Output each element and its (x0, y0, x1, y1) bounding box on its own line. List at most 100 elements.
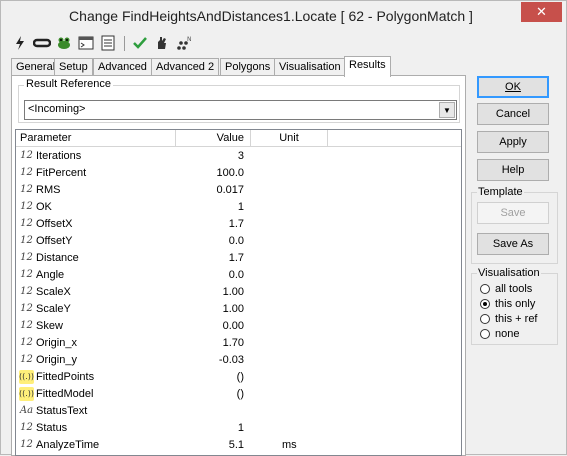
radio-button[interactable] (480, 284, 490, 294)
visualisation-label: Visualisation (477, 267, 541, 279)
parameter-name: ScaleY (36, 303, 71, 315)
column-header-value[interactable]: Value (176, 130, 251, 146)
parameter-name: Status (36, 422, 68, 434)
number-type-icon: 12 (20, 269, 33, 280)
help-button[interactable]: Help (477, 159, 549, 181)
save-template-button[interactable]: Save (477, 202, 549, 224)
notes-icon[interactable] (99, 34, 117, 52)
parameter-value: 1 (237, 422, 244, 434)
radio-label: this + ref (495, 313, 538, 325)
list-type-icon: ((.)) (19, 387, 34, 401)
table-row[interactable]: Aa StatusText (16, 403, 461, 420)
number-type-icon: 12 (20, 320, 33, 331)
parameter-name: OffsetY (36, 235, 73, 247)
parameter-value: 0.017 (216, 184, 244, 196)
link-icon[interactable] (32, 34, 52, 52)
list-type-icon: ((.)) (19, 370, 34, 384)
tab-polygons[interactable]: Polygons (220, 58, 276, 76)
table-row[interactable]: 12 Distance 1.7 (16, 250, 461, 267)
template-label: Template (477, 186, 524, 198)
tab-visualisation[interactable]: Visualisation (274, 58, 346, 76)
visualisation-group: Visualisation all tools this only this +… (471, 267, 558, 345)
text-type-icon: Aa (19, 405, 34, 416)
save-as-template-button[interactable]: Save As (477, 233, 549, 255)
cancel-button[interactable]: Cancel (477, 103, 549, 125)
results-panel: Result Reference <Incoming> ▼ Parameter … (11, 75, 466, 456)
parameter-value: 0.00 (222, 320, 244, 332)
frog-icon[interactable] (55, 34, 73, 52)
chevron-down-icon[interactable]: ▼ (439, 102, 455, 118)
tab-general[interactable]: General (11, 58, 61, 76)
table-row[interactable]: 12 ScaleY 1.00 (16, 301, 461, 318)
result-reference-value: <Incoming> (28, 103, 86, 115)
table-row[interactable]: 12 Angle 0.0 (16, 267, 461, 284)
parameter-name: RMS (36, 184, 61, 196)
number-type-icon: 12 (20, 252, 33, 263)
parameter-value: 1.00 (222, 303, 244, 315)
parameter-value: 100.0 (216, 167, 244, 179)
radio-button[interactable] (480, 299, 490, 309)
parameter-value: () (236, 371, 244, 383)
number-type-icon: 12 (20, 354, 33, 365)
number-type-icon: 12 (20, 167, 33, 178)
tab-advanced[interactable]: Advanced (93, 58, 152, 76)
result-reference-select[interactable]: <Incoming> ▼ (24, 100, 457, 120)
parameter-unit: ms (282, 439, 297, 451)
table-row[interactable]: 12 OffsetX 1.7 (16, 216, 461, 233)
points-icon[interactable]: N (175, 34, 193, 52)
table-row[interactable]: 12 RMS 0.017 (16, 182, 461, 199)
hand-icon[interactable] (153, 34, 171, 52)
number-type-icon: 12 (20, 184, 33, 195)
result-reference-group: Result Reference <Incoming> ▼ (18, 78, 460, 123)
column-header-parameter[interactable]: Parameter (16, 130, 176, 146)
parameter-value: 0.0 (228, 269, 244, 281)
parameter-name: Iterations (36, 150, 82, 162)
parameter-name: ScaleX (36, 286, 71, 298)
parameter-value: 0.0 (228, 235, 244, 247)
parameter-name: StatusText (36, 405, 88, 417)
parameter-name: Origin_x (36, 337, 77, 349)
parameter-name: Origin_y (36, 354, 77, 366)
check-icon[interactable] (131, 34, 149, 52)
tab-results[interactable]: Results (344, 56, 391, 77)
table-row[interactable]: ((.)) FittedModel () (16, 386, 461, 403)
close-button[interactable]: ✕ (521, 2, 562, 22)
table-row[interactable]: ((.)) FittedPoints () (16, 369, 461, 386)
parameter-name: Distance (36, 252, 79, 264)
number-type-icon: 12 (20, 201, 33, 212)
parameter-name: FitPercent (36, 167, 87, 179)
window-title: Change FindHeightsAndDistances1.Locate [… (69, 8, 473, 24)
apply-button[interactable]: Apply (477, 131, 549, 153)
parameter-name: OK (36, 201, 52, 213)
tab-setup[interactable]: Setup (54, 58, 93, 76)
radio-button[interactable] (480, 314, 490, 324)
parameter-name: FittedPoints (36, 371, 95, 383)
number-type-icon: 12 (20, 286, 33, 297)
table-row[interactable]: 12 ScaleX 1.00 (16, 284, 461, 301)
table-row[interactable]: 12 Skew 0.00 (16, 318, 461, 335)
table-row[interactable]: 12 Origin_y -0.03 (16, 352, 461, 369)
parameter-value: 5.1 (228, 439, 244, 451)
number-type-icon: 12 (20, 337, 33, 348)
parameter-value: 1.7 (228, 218, 244, 230)
parameter-name: Skew (36, 320, 63, 332)
tab-advanced-2[interactable]: Advanced 2 (151, 58, 220, 76)
table-row[interactable]: 12 Status 1 (16, 420, 461, 437)
table-row[interactable]: 12 Origin_x 1.70 (16, 335, 461, 352)
parameter-value: 1.00 (222, 286, 244, 298)
table-row[interactable]: 12 AnalyzeTime 5.1 ms (16, 437, 461, 454)
parameter-value: -0.03 (218, 354, 244, 366)
ok-button[interactable]: OK (477, 76, 549, 98)
column-header-unit[interactable]: Unit (251, 130, 328, 146)
radio-button[interactable] (480, 329, 490, 339)
grid-header: Parameter Value Unit (16, 130, 461, 147)
table-row[interactable]: 12 Iterations 3 (16, 148, 461, 165)
table-row[interactable]: 12 OK 1 (16, 199, 461, 216)
table-row[interactable]: 12 FitPercent 100.0 (16, 165, 461, 182)
svg-text:N: N (187, 36, 192, 43)
parameter-value: 3 (237, 150, 244, 162)
table-row[interactable]: 12 OffsetY 0.0 (16, 233, 461, 250)
console-icon[interactable] (77, 34, 95, 52)
lightning-icon[interactable] (11, 34, 29, 52)
parameter-name: FittedModel (36, 388, 94, 400)
